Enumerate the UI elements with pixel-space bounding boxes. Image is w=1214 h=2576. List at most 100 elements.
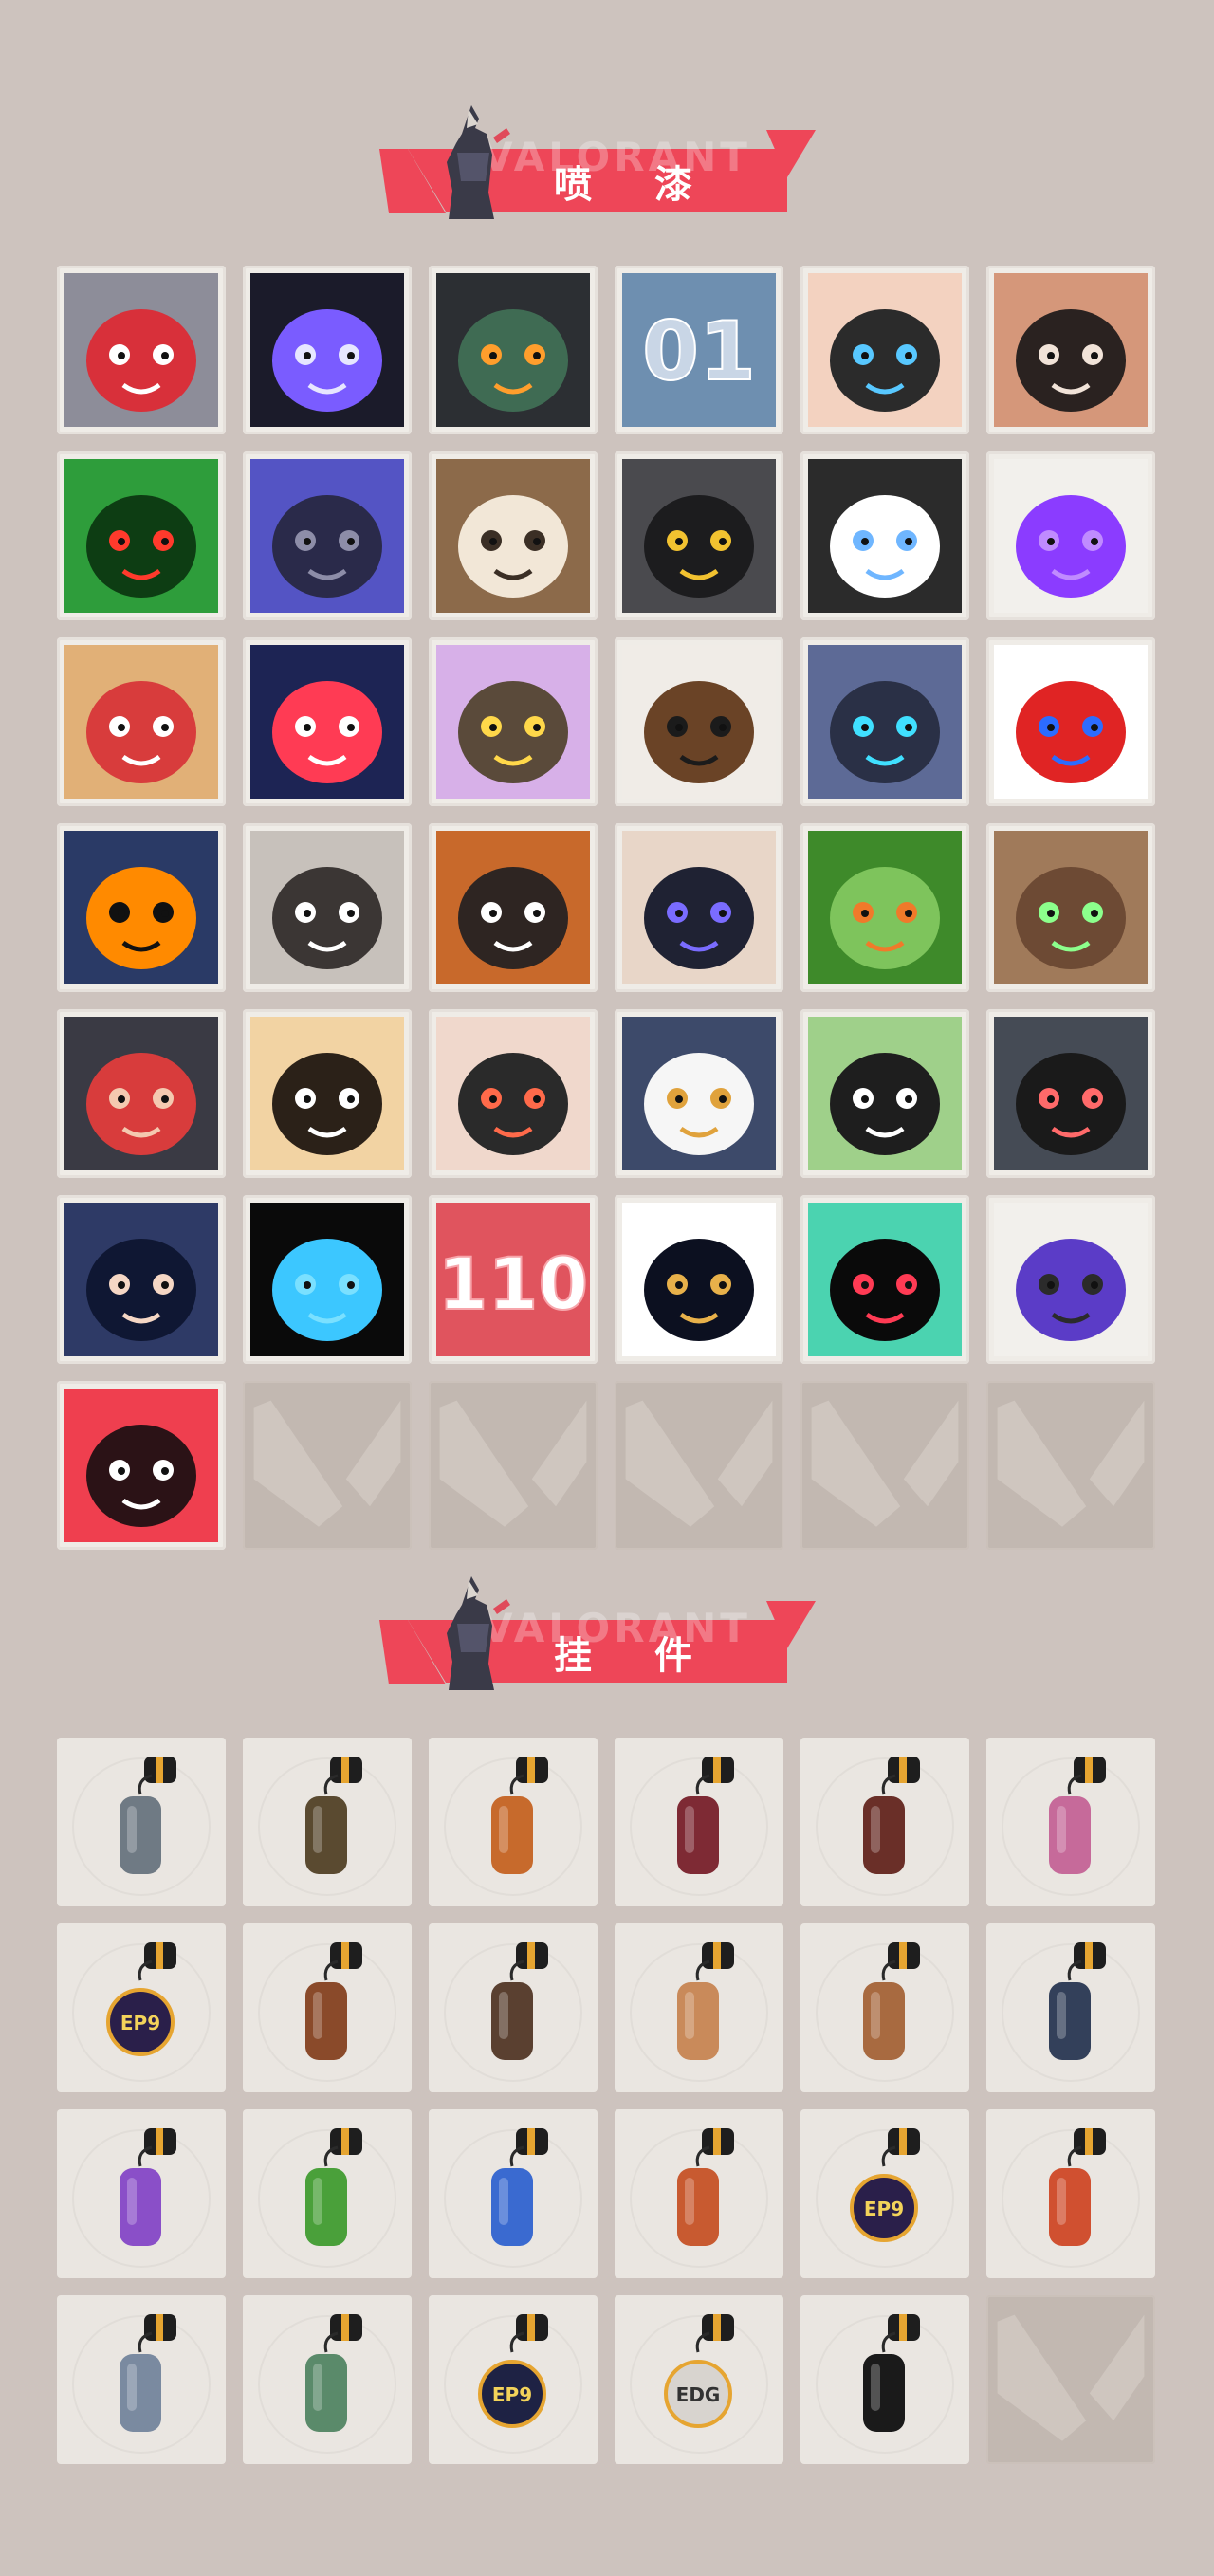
charm-tile[interactable] (243, 2295, 412, 2464)
valorant-logo-icon (439, 1400, 587, 1527)
valorant-logo-icon (625, 1400, 773, 1527)
spray-tile[interactable] (429, 823, 598, 992)
spray-tile[interactable] (615, 1195, 783, 1364)
empty-spray-slot[interactable] (243, 1381, 412, 1550)
charm-tile[interactable] (243, 1923, 412, 2092)
spray-tile[interactable] (800, 451, 969, 620)
angry-boy-face-icon (994, 273, 1148, 427)
teddy-bear-charm-icon (258, 1942, 396, 2082)
spray-tile[interactable] (615, 451, 783, 620)
sprays-grid: 01 110 (57, 266, 1155, 1550)
raccoon-charm-icon (72, 1757, 211, 1896)
spray-tile[interactable]: 110 (429, 1195, 598, 1364)
spray-tile[interactable] (243, 637, 412, 806)
empty-spray-slot[interactable] (615, 1381, 783, 1550)
edg-badge-charm-icon: EDG (630, 2314, 768, 2454)
spray-tile[interactable] (429, 266, 598, 434)
spray-tile[interactable] (57, 1009, 226, 1178)
spray-tile[interactable] (57, 1195, 226, 1364)
charm-tile[interactable] (429, 2109, 598, 2278)
beaded-cord-charm-icon (816, 1757, 954, 1896)
spray-tile[interactable] (615, 823, 783, 992)
spray-tile[interactable] (986, 451, 1155, 620)
spray-tile[interactable] (615, 1009, 783, 1178)
spray-tile[interactable] (57, 266, 226, 434)
spray-tile[interactable] (243, 1009, 412, 1178)
pixel-rat-headband-icon (64, 273, 218, 427)
spray-tile[interactable] (243, 266, 412, 434)
blue-drop-eyes-icon (250, 1203, 404, 1356)
empty-spray-slot[interactable] (800, 1381, 969, 1550)
charm-tile[interactable] (243, 1738, 412, 1906)
spray-tile[interactable] (243, 451, 412, 620)
spray-tile[interactable] (243, 823, 412, 992)
charm-tile[interactable] (57, 1738, 226, 1906)
charm-tile[interactable] (986, 1923, 1155, 2092)
green-robot-mask-icon (436, 273, 590, 427)
number-01-badge-icon: 01 (622, 273, 776, 427)
spray-tile[interactable] (800, 823, 969, 992)
valorant-logo-splatter-icon (808, 1203, 962, 1356)
valorant-logo-icon (253, 1400, 401, 1527)
charm-tile[interactable]: EP9 (429, 2295, 598, 2464)
spray-tile[interactable] (986, 266, 1155, 434)
spray-tile[interactable] (986, 823, 1155, 992)
spray-tile[interactable] (57, 637, 226, 806)
spray-tile[interactable] (800, 637, 969, 806)
spray-tile[interactable] (800, 266, 969, 434)
spray-tile[interactable] (57, 823, 226, 992)
valorant-logo-icon (811, 1400, 959, 1527)
charm-tile[interactable] (429, 1738, 598, 1906)
crate-charm-icon (816, 1942, 954, 2082)
purple-drip-graffiti-icon (994, 1203, 1148, 1356)
spray-tile[interactable] (800, 1009, 969, 1178)
empty-spray-slot[interactable] (986, 1381, 1155, 1550)
green-gasmask-angry-icon (64, 459, 218, 613)
charm-tile[interactable] (615, 1923, 783, 2092)
spray-tile[interactable] (429, 637, 598, 806)
spray-tile[interactable] (57, 1381, 226, 1550)
charm-tile[interactable] (243, 2109, 412, 2278)
spray-tile[interactable]: 01 (615, 266, 783, 434)
charm-tile[interactable] (57, 2109, 226, 2278)
charm-tile[interactable] (800, 2295, 969, 2464)
sprays-section-title: 喷 漆 (554, 163, 717, 207)
valorant-coin-charm-icon (816, 2314, 954, 2454)
chainsaw-blade-charm-icon (630, 1757, 768, 1896)
ep9-coin-charm-icon: EP9 (72, 1942, 211, 2082)
charm-tile[interactable] (800, 1738, 969, 1906)
candy-skewer-charm-icon (1002, 2128, 1140, 2268)
charms-section-banner: VALORANT 挂 件 (370, 1571, 825, 1694)
spray-tile[interactable] (986, 1195, 1155, 1364)
spray-tile[interactable] (429, 1009, 598, 1178)
bearded-orange-cap-icon (436, 831, 590, 984)
spray-tile[interactable] (243, 1195, 412, 1364)
charm-tile[interactable] (800, 1923, 969, 2092)
charm-tile[interactable]: EP9 (57, 1923, 226, 2092)
charms-section-title: 挂 件 (554, 1634, 717, 1678)
green-pager-charm-icon (258, 2128, 396, 2268)
charm-tile[interactable] (615, 1738, 783, 1906)
spray-tile[interactable] (615, 637, 783, 806)
empty-spray-slot[interactable] (429, 1381, 598, 1550)
charm-tile[interactable]: EDG (615, 2295, 783, 2464)
valorant-logo-icon (997, 2314, 1145, 2441)
spray-tile[interactable] (986, 1009, 1155, 1178)
hooded-purple-face-icon (250, 273, 404, 427)
charm-tile[interactable] (429, 1923, 598, 2092)
spray-tile[interactable] (986, 637, 1155, 806)
charm-tile[interactable]: EP9 (800, 2109, 969, 2278)
spray-tile[interactable] (429, 451, 598, 620)
charm-tile[interactable] (986, 1738, 1155, 1906)
charm-tile[interactable] (615, 2109, 783, 2278)
astronaut-charm-icon (444, 2128, 582, 2268)
chevron-stripes-icon (250, 645, 404, 799)
cupcake-charm-icon (1002, 1757, 1140, 1896)
charm-tile[interactable] (57, 2295, 226, 2464)
empty-charm-slot[interactable] (986, 2295, 1155, 2464)
girl-pencil-face-icon (436, 1017, 590, 1170)
spray-tile[interactable] (57, 451, 226, 620)
spray-tile[interactable] (800, 1195, 969, 1364)
charm-tile[interactable] (986, 2109, 1155, 2278)
potion-bottle-charm-icon (444, 1757, 582, 1896)
